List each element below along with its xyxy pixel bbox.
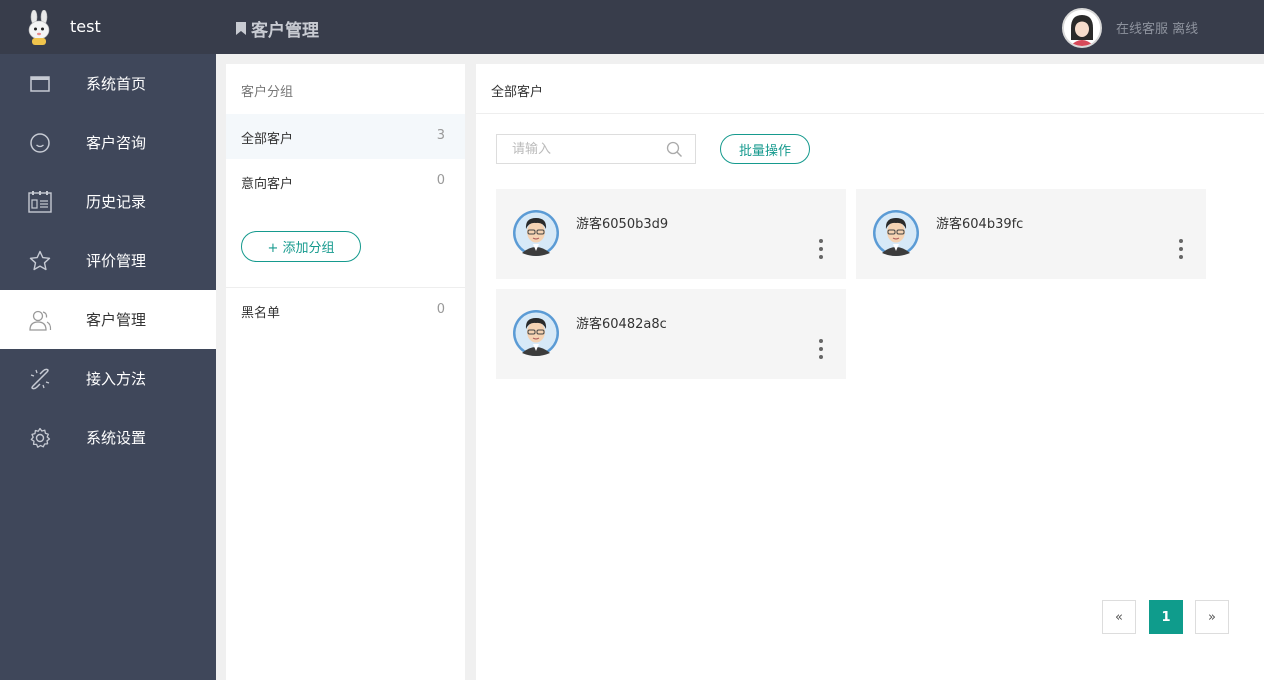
sidebar-item-label: 系统首页: [86, 75, 147, 93]
customer-group-panel: 客户分组 全部客户 3 意向客户 0 + 添加分组 黑名单 0: [226, 64, 465, 680]
sidebar-item-customers[interactable]: 客户管理: [0, 290, 216, 349]
batch-operation-button[interactable]: 批量操作: [720, 134, 810, 164]
sidebar-item-label: 历史记录: [86, 193, 147, 211]
group-item-blacklist[interactable]: 黑名单 0: [226, 288, 465, 333]
sidebar-item-settings[interactable]: 系统设置: [0, 408, 216, 467]
group-count: 0: [436, 302, 445, 317]
pagination-page-button[interactable]: 1: [1149, 600, 1183, 634]
group-name: 意向客户: [241, 177, 294, 192]
sidebar-item-label: 客户咨询: [86, 134, 147, 152]
customer-list-panel: 全部客户 批量操作 游客6050b3d9: [476, 64, 1264, 680]
users-icon: [29, 310, 52, 331]
sidebar-item-integration[interactable]: 接入方法: [0, 349, 216, 408]
customer-card[interactable]: 游客6050b3d9: [496, 189, 846, 279]
group-name: 黑名单: [241, 306, 281, 321]
visitor-avatar-icon: [873, 210, 919, 256]
group-count: 3: [436, 128, 445, 143]
visitor-avatar-icon: [513, 310, 559, 356]
group-panel-title: 客户分组: [241, 85, 294, 100]
smile-icon: [30, 132, 50, 153]
panel-title: 全部客户: [491, 85, 544, 100]
page-title: 客户管理: [236, 16, 319, 41]
sidebar-item-label: 评价管理: [86, 252, 147, 270]
brand-name: test: [70, 17, 101, 36]
sidebar-item-label: 系统设置: [86, 429, 147, 447]
customer-name: 游客604b39fc: [936, 217, 1024, 232]
sidebar: 系统首页 客户咨询 历史记录 评价管理 客户管理 接入方法 系统设置: [0, 54, 216, 680]
group-count: 0: [436, 173, 445, 188]
sidebar-item-label: 客户管理: [86, 311, 147, 329]
group-item-all[interactable]: 全部客户 3: [226, 114, 465, 159]
sidebar-item-label: 接入方法: [86, 370, 147, 388]
sidebar-item-history[interactable]: 历史记录: [0, 172, 216, 231]
rabbit-logo-icon: [28, 10, 50, 45]
online-status[interactable]: 在线客服 离线: [1116, 18, 1198, 37]
page-title-text: 客户管理: [251, 21, 319, 41]
more-options-icon[interactable]: [816, 339, 826, 359]
customer-name: 游客60482a8c: [576, 317, 667, 332]
sidebar-item-reviews[interactable]: 评价管理: [0, 231, 216, 290]
visitor-avatar-icon: [513, 210, 559, 256]
customer-card[interactable]: 游客604b39fc: [856, 189, 1206, 279]
search-box: [496, 134, 696, 164]
star-icon: [29, 250, 51, 270]
window-icon: [30, 75, 50, 92]
gear-icon: [30, 427, 51, 448]
agent-avatar-image: [1064, 10, 1100, 46]
customer-card[interactable]: 游客60482a8c: [496, 289, 846, 379]
calendar-list-icon: [28, 190, 52, 213]
more-options-icon[interactable]: [1176, 239, 1186, 259]
group-item-intended[interactable]: 意向客户 0: [226, 159, 465, 204]
pagination-next-button[interactable]: »: [1195, 600, 1229, 634]
customer-name: 游客6050b3d9: [576, 217, 669, 232]
sidebar-item-consult[interactable]: 客户咨询: [0, 113, 216, 172]
link-icon: [30, 368, 50, 389]
divider: [476, 113, 1264, 114]
agent-avatar[interactable]: [1062, 8, 1102, 48]
bookmark-icon: [236, 22, 246, 35]
pagination-prev-button[interactable]: «: [1102, 600, 1136, 634]
add-group-button[interactable]: + 添加分组: [241, 231, 361, 262]
sidebar-item-home[interactable]: 系统首页: [0, 54, 216, 113]
search-icon[interactable]: [666, 141, 683, 158]
group-name: 全部客户: [241, 132, 294, 147]
search-input[interactable]: [497, 135, 657, 163]
more-options-icon[interactable]: [816, 239, 826, 259]
top-bar: test 客户管理 在线客服 离线: [0, 0, 1264, 54]
